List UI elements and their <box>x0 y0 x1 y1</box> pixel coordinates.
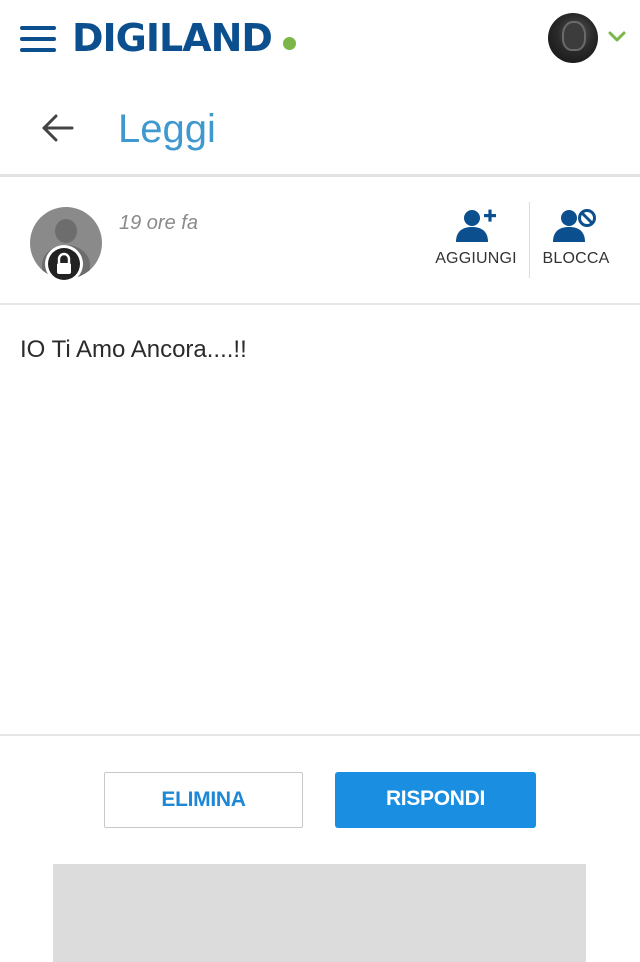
message-body: IO Ti Amo Ancora....!! <box>20 336 247 363</box>
brand-logo-dot <box>283 37 296 50</box>
add-contact-button[interactable]: AGGIUNGI <box>432 206 520 268</box>
page-title: Leggi <box>118 107 216 151</box>
actions-divider <box>529 202 530 278</box>
user-avatar[interactable] <box>548 13 598 63</box>
divider <box>0 734 640 736</box>
delete-button[interactable]: ELIMINA <box>104 772 303 828</box>
lock-icon <box>45 245 83 283</box>
brand-logo[interactable]: DIGILAND <box>72 14 273 62</box>
top-bar: DIGILAND <box>0 0 640 80</box>
block-user-label: BLOCCA <box>542 250 610 267</box>
add-contact-label: AGGIUNGI <box>435 250 517 267</box>
ad-placeholder <box>53 864 586 962</box>
reply-button[interactable]: RISPONDI <box>335 772 536 828</box>
hamburger-icon[interactable] <box>20 26 56 52</box>
message-time: 19 ore fa <box>119 212 198 234</box>
chevron-down-icon[interactable] <box>608 30 626 44</box>
divider <box>0 303 640 305</box>
block-user-button[interactable]: BLOCCA <box>540 206 612 268</box>
add-user-icon <box>456 209 496 242</box>
page-header <box>0 80 640 174</box>
block-user-icon <box>553 209 596 242</box>
arrow-left-icon[interactable] <box>40 110 76 146</box>
